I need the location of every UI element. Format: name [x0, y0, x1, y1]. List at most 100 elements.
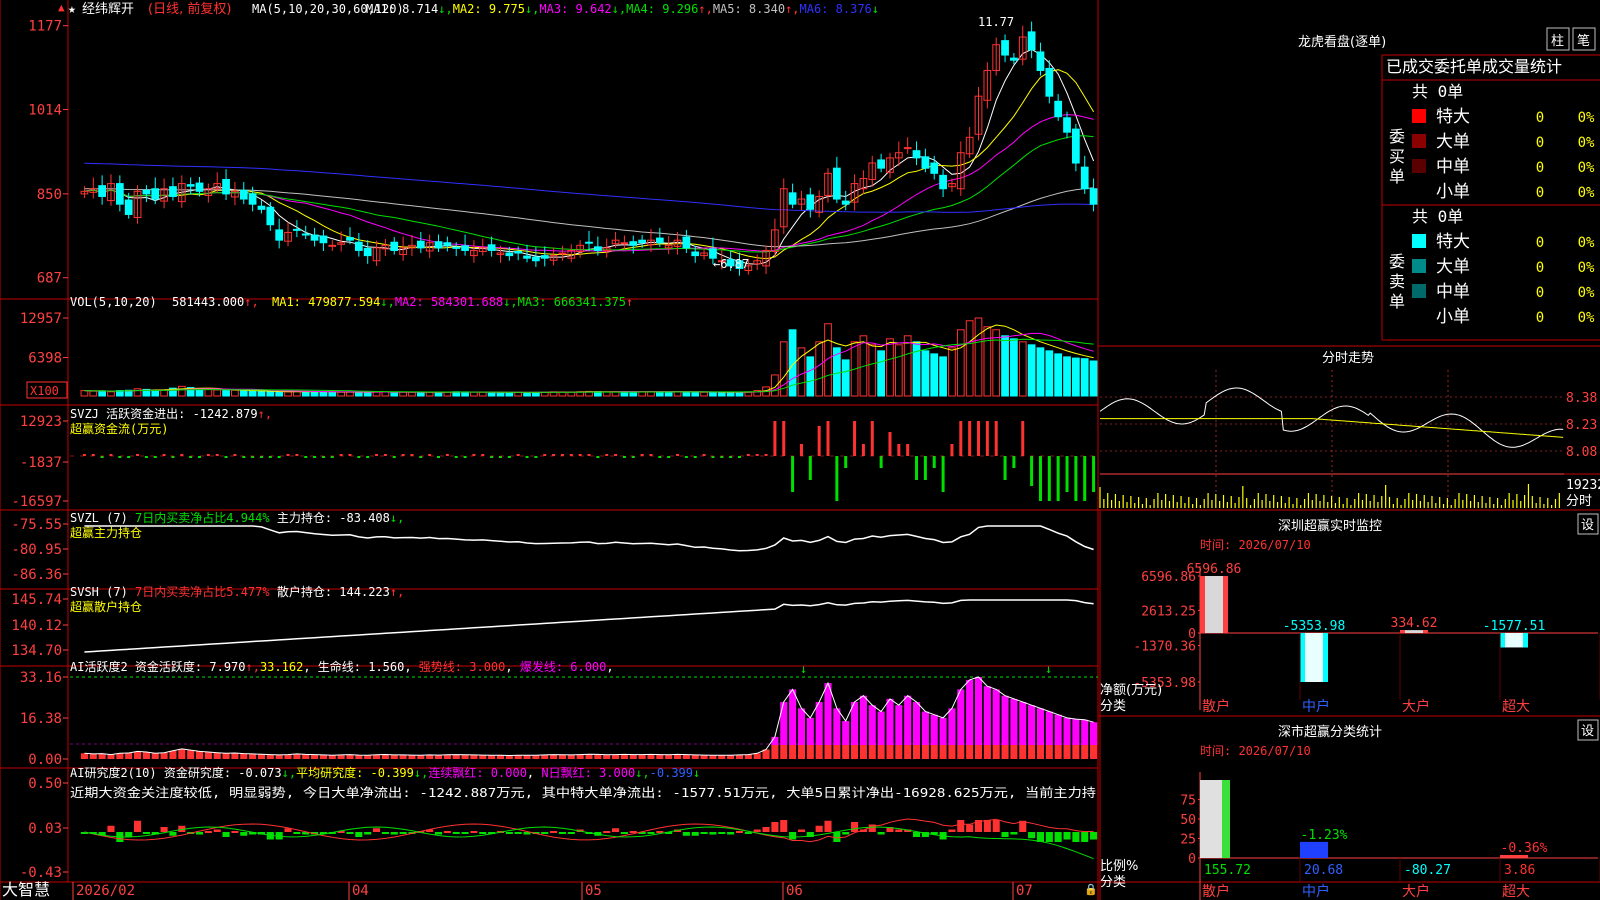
monitor-settings-label[interactable]: 设	[1581, 518, 1594, 533]
ai1-base-bar	[364, 755, 372, 759]
candle-body	[877, 159, 885, 169]
ai1-base-bar	[735, 754, 744, 759]
ai1-base-bar	[390, 754, 398, 759]
volume-bar	[284, 391, 292, 397]
bar-mode-label[interactable]: 柱	[1551, 34, 1564, 49]
svzj-bar	[383, 454, 387, 456]
svzj-bar	[791, 456, 795, 492]
vol-unit[interactable]: X100	[30, 384, 59, 398]
svsh-panel[interactable]: 145.74 140.12 134.70 SVSH (7) 7日内买卖净占比5.47…	[11, 584, 1094, 659]
ai-activity-panel[interactable]: 33.1616.380.00 ↓ ↓ AI活跃度2 资金活跃度: 7.970↑,3…	[20, 659, 1098, 768]
ai1-base-bar	[249, 753, 257, 759]
ai1-base-bar	[647, 754, 655, 759]
lock-icon[interactable]: 🔒	[1084, 883, 1098, 896]
candle-body	[434, 241, 443, 249]
brand-logo[interactable]: 大智慧	[2, 880, 50, 899]
monitor-tick: 2613.25	[1141, 604, 1196, 619]
ai1-base-bar	[966, 745, 974, 759]
volume-bar	[903, 335, 912, 397]
candle-body	[257, 205, 266, 210]
svzj-bar	[127, 456, 131, 458]
intraday-chart[interactable]: 8.38 8.23 8.08 19232分时	[1099, 370, 1600, 509]
ai2-bar	[373, 828, 381, 832]
svzj-bar	[950, 444, 954, 456]
svzj-tick: -16597	[11, 494, 62, 510]
ai2-bar	[204, 831, 212, 833]
svzj-panel[interactable]: 12923 -1837 -16597 SVZJ 活跃资金进出: -1242.879↑…	[11, 406, 1098, 510]
svzj-bar	[498, 456, 502, 458]
ai1-signal: ↓	[800, 662, 807, 676]
order-side-label: 单	[1389, 167, 1405, 186]
svzj-bar	[109, 454, 113, 456]
class-settings-label[interactable]: 设	[1581, 724, 1594, 739]
ai1-base-bar	[133, 751, 142, 759]
ai1-top-bar	[877, 711, 885, 745]
ai2-bar	[231, 831, 239, 833]
order-row-name: 大单	[1436, 257, 1470, 277]
ai2-bar	[762, 827, 770, 832]
monitor-chart: 6596.862613.250-1370.36-5353.986596.86-5…	[1133, 562, 1600, 715]
candle-body	[939, 174, 947, 190]
ai2-bar	[771, 822, 779, 832]
svsh-title: SVSH (7) 7日内买卖净占比5.477% 散户持仓: 144.223↑,	[70, 584, 404, 599]
ai2-tick: 0.03	[28, 821, 62, 837]
order-side-label: 买	[1389, 147, 1405, 166]
order-row-count: 0	[1536, 110, 1544, 126]
ai1-top-bar	[1001, 695, 1009, 745]
volume-bar	[726, 391, 735, 397]
ai1-top-bar	[797, 708, 805, 745]
monitor-bar-edge	[1323, 633, 1328, 682]
svzj-bar	[507, 456, 511, 458]
ai1-base-bar	[895, 745, 903, 759]
order-row-name: 小单	[1436, 307, 1470, 327]
ai-research-panel[interactable]: 0.50 0.03 -0.43 AI研究度2(10) 资金研究度: -0.073↓,…	[20, 765, 1098, 881]
volume-bar	[1045, 350, 1054, 397]
order-row-pct: 0%	[1578, 260, 1595, 276]
ma-legend-item: MA6: 8.376	[800, 2, 872, 16]
order-row-count: 0	[1536, 285, 1544, 301]
ai2-bar	[107, 825, 115, 832]
volume-bar	[425, 391, 434, 397]
candle-body	[841, 200, 850, 205]
ai1-base-bar	[682, 754, 690, 759]
svzj-bar	[410, 454, 414, 456]
right-panel[interactable]: 龙虎看盘(逐单) 柱 笔 已成交委托单成交量统计 共 0单委买单特大 0 0%大单 0…	[1099, 27, 1600, 900]
monitor-tick: -1370.36	[1133, 640, 1196, 655]
ai1-top-bar	[824, 683, 832, 745]
volume-bar	[912, 341, 921, 397]
volume-bar	[478, 391, 487, 397]
scroll-up-icon[interactable]: ▲	[58, 1, 65, 14]
ai1-base-bar	[904, 745, 912, 759]
ai1-base-bar	[780, 745, 788, 759]
ai1-base-bar	[930, 745, 938, 759]
tick-mode-label[interactable]: 笔	[1577, 33, 1590, 49]
volume-bar	[664, 391, 673, 397]
volume-bar	[354, 391, 363, 397]
volume-panel[interactable]: 12957 6398 VOL(5,10,20) 581443.000↑, MA1:…	[20, 295, 1098, 399]
volume-bar	[416, 391, 425, 397]
vol-title: VOL(5,10,20)	[70, 295, 157, 309]
ai1-base-bar	[1090, 745, 1098, 759]
svzj-bar	[490, 456, 494, 458]
ai1-base-bar	[833, 745, 841, 759]
volume-bar	[80, 390, 89, 397]
ai2-bar	[390, 832, 398, 835]
order-swatch	[1412, 159, 1426, 173]
ai1-bars: ↓ ↓	[70, 662, 1098, 759]
period-label[interactable]: (日线, 前复权)	[148, 1, 231, 17]
svzj-bar	[693, 456, 697, 458]
ai1-base-bar	[373, 754, 381, 759]
ai1-tick: 0.00	[28, 752, 62, 768]
favorite-star-icon[interactable]: ★	[68, 2, 76, 17]
svzj-bar	[799, 444, 803, 456]
ai1-top-bar	[1045, 711, 1053, 745]
ma-legend-item: MA1: 8.714	[366, 2, 438, 16]
price-panel[interactable]: 11771014850687 ★ 经纬辉开 (日线, 前复权) MA(5,10,…	[28, 1, 1098, 287]
volume-bar	[886, 338, 894, 397]
svzj-bar	[578, 454, 582, 456]
svzl-panel[interactable]: -75.55 -80.95 -86.36 SVZL (7) 7日内买卖净占比4.94…	[11, 510, 1094, 583]
ai2-bar	[1054, 832, 1062, 842]
ma-legend-arrow: ↑,	[785, 2, 799, 16]
svsh-tick: 140.12	[11, 618, 62, 634]
candlestick-series[interactable]	[80, 21, 1098, 276]
